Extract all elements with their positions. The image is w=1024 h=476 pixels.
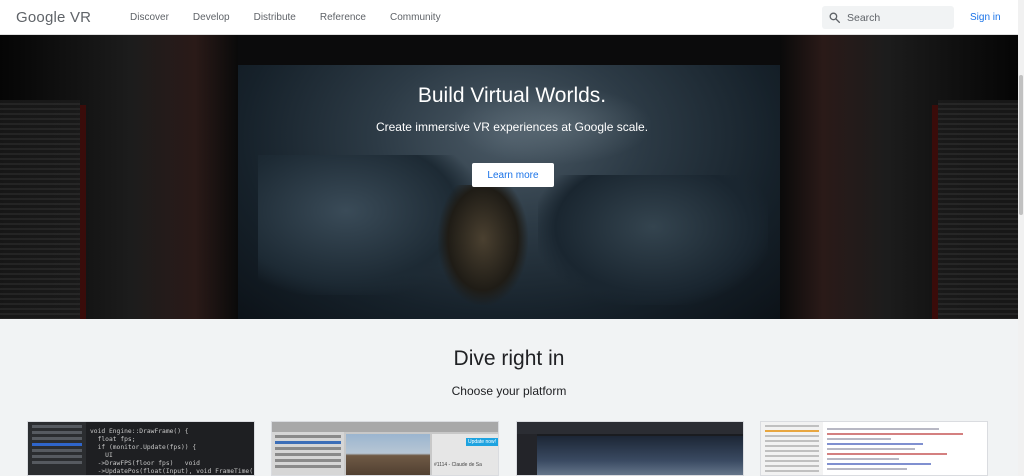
- google-vr-logo[interactable]: Google VR: [16, 9, 91, 26]
- platform-card-native[interactable]: void Engine::DrawFrame() { float fps; if…: [27, 421, 255, 476]
- platform-section: Dive right in Choose your platform void …: [0, 319, 1018, 476]
- scene-rock-right: [538, 175, 768, 305]
- unity-toolbar: [272, 422, 498, 432]
- nav-discover[interactable]: Discover: [130, 12, 169, 23]
- scrollbar-thumb[interactable]: [1019, 75, 1023, 215]
- sign-in-link[interactable]: Sign in: [970, 12, 1001, 23]
- search-icon: [829, 12, 841, 24]
- top-navigation-bar: Google VR Discover Develop Distribute Re…: [0, 0, 1018, 35]
- unreal-viewport: [537, 436, 743, 475]
- hero-left-trim: [80, 105, 86, 319]
- nav-community[interactable]: Community: [390, 12, 441, 23]
- unity-update-badge: Update now!: [466, 438, 498, 446]
- hero-subtitle: Create immersive VR experiences at Googl…: [375, 120, 649, 134]
- logo-google-text: Google: [16, 9, 66, 26]
- section-subtitle: Choose your platform: [451, 384, 567, 398]
- main-nav: Discover Develop Distribute Reference Co…: [130, 12, 465, 23]
- unreal-toolbar: [517, 422, 743, 434]
- platform-card-unity[interactable]: Update now! #1114 - Claude de Sa: [271, 421, 499, 476]
- logo-vr-text: VR: [69, 9, 92, 26]
- code-line: ->UpdatePos(float(Input), void FrameTime…: [90, 468, 254, 475]
- code-snippet: void Engine::DrawFrame() { float fps; if…: [90, 428, 254, 475]
- hero-right-trim: [932, 105, 938, 319]
- code-line: ->DrawFPS(floor fps) void: [90, 460, 200, 467]
- search-box[interactable]: [822, 6, 954, 29]
- xcode-editor: [827, 428, 987, 473]
- unity-hierarchy-panel: [272, 432, 344, 475]
- ide-file-tree: [28, 422, 86, 475]
- unity-asset-text: #1114 - Claude de Sa: [434, 462, 482, 468]
- code-line: void Engine::DrawFrame() {: [90, 428, 189, 435]
- unreal-side-panel: [517, 434, 537, 475]
- xcode-navigator: [761, 422, 823, 475]
- learn-more-button[interactable]: Learn more: [472, 163, 554, 187]
- nav-distribute[interactable]: Distribute: [254, 12, 296, 23]
- page-scrollbar[interactable]: [1018, 0, 1024, 476]
- nav-develop[interactable]: Develop: [193, 12, 230, 23]
- nav-reference[interactable]: Reference: [320, 12, 366, 23]
- code-line: UI: [90, 452, 113, 459]
- code-line: float fps;: [90, 436, 136, 443]
- scene-figure: [438, 185, 528, 305]
- code-line: if (monitor.Update(fps)) {: [90, 444, 197, 451]
- platform-card-ios[interactable]: [760, 421, 988, 476]
- unity-scene-view: [346, 434, 430, 475]
- section-title: Dive right in: [453, 347, 565, 370]
- search-input[interactable]: [847, 11, 947, 24]
- hero-title: Build Virtual Worlds.: [417, 84, 607, 107]
- platform-card-unreal[interactable]: [516, 421, 744, 476]
